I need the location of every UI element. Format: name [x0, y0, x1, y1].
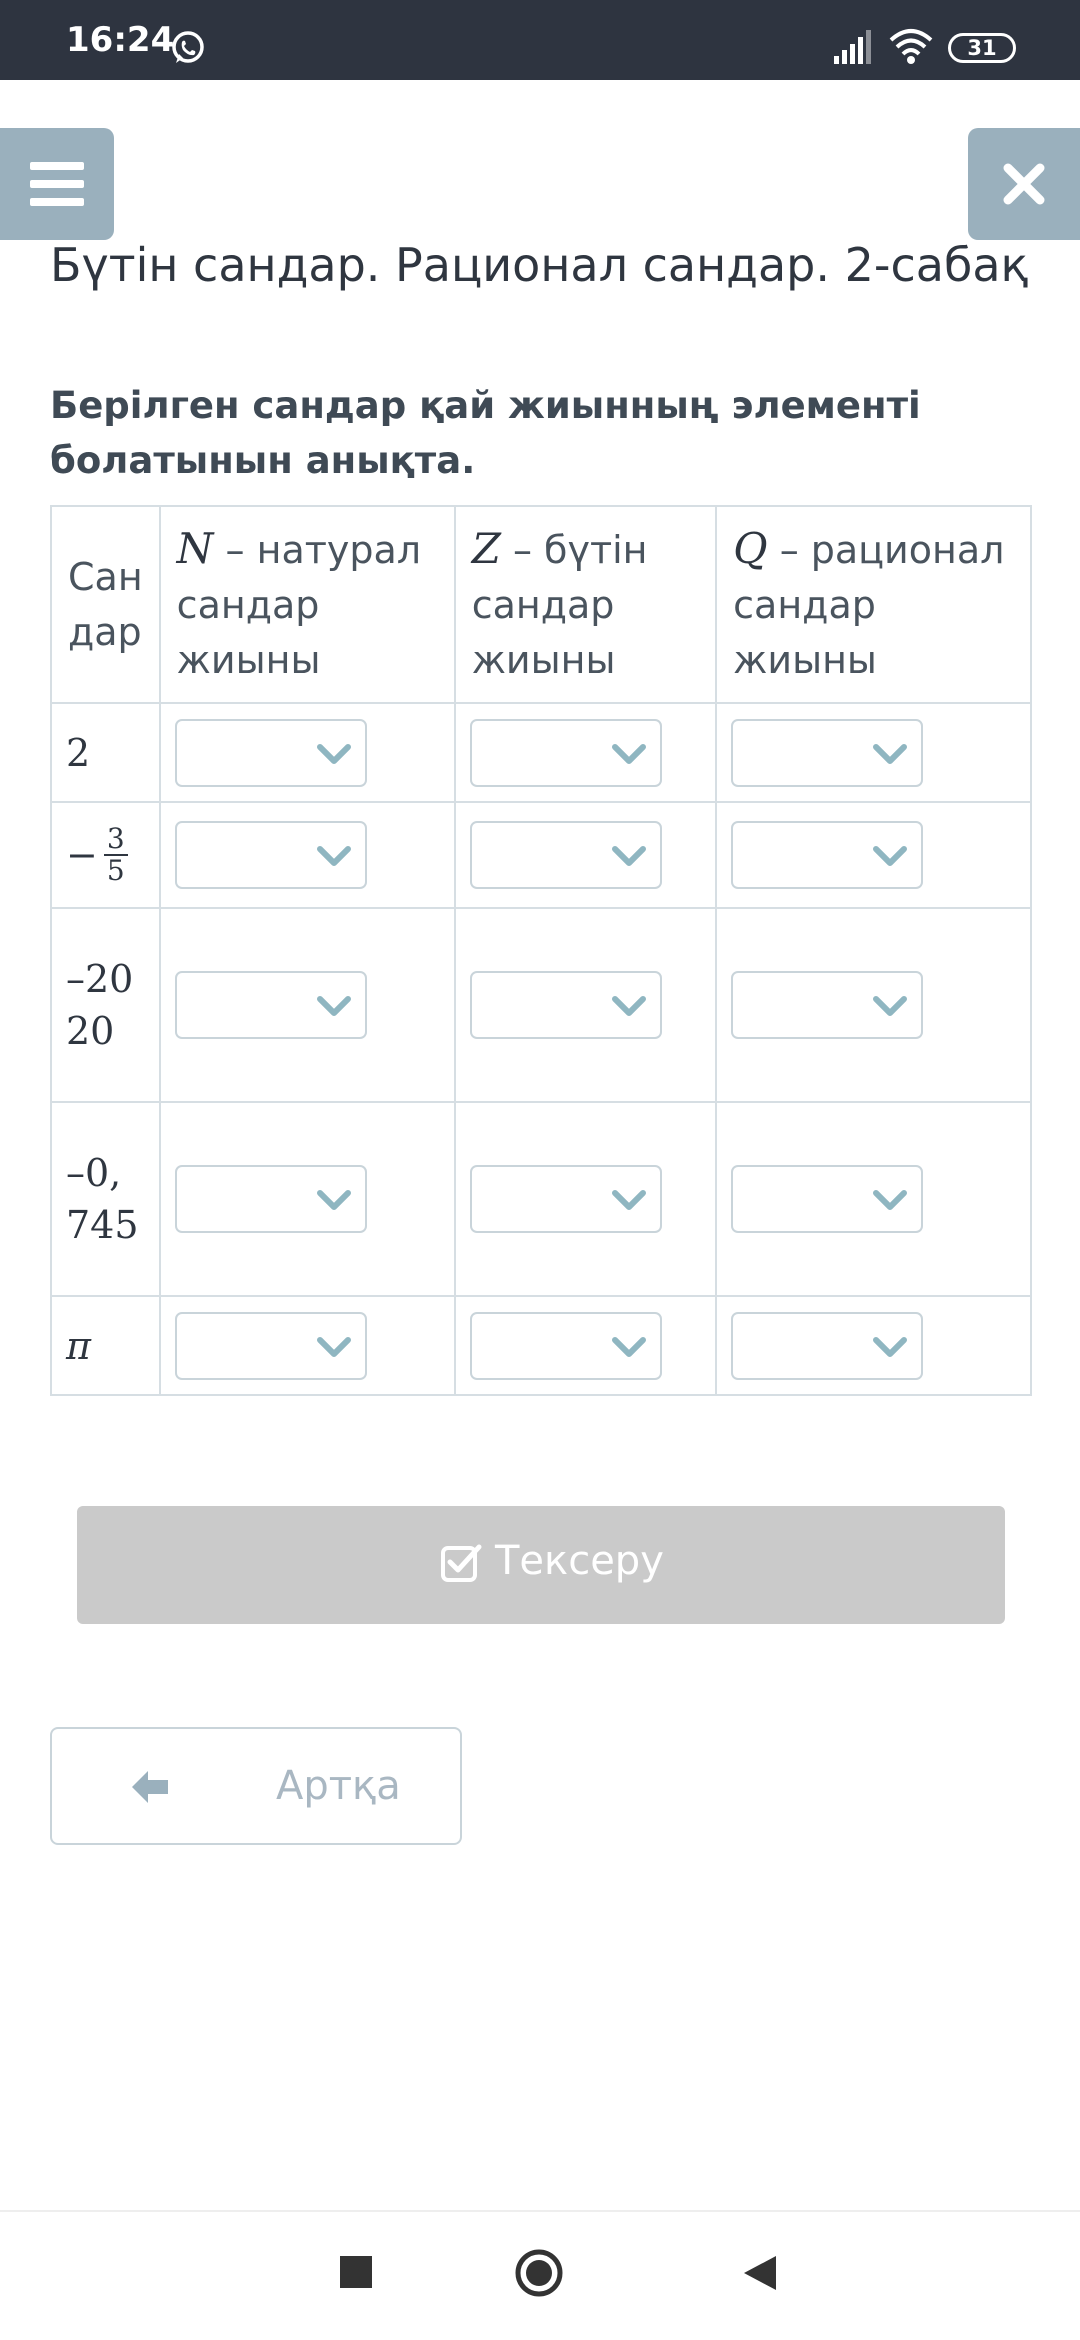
- battery-indicator: 31: [948, 33, 1016, 63]
- chevron-down-icon: [316, 1190, 351, 1210]
- chevron-down-icon: [611, 1190, 646, 1210]
- header-integer: Z – бүтін сандар жиыны: [453, 505, 718, 704]
- dropdown-select[interactable]: [174, 718, 367, 787]
- page-title: Бүтін сандар. Рационал сандар. 2-сабақ: [50, 238, 1029, 292]
- close-icon: [1003, 163, 1045, 205]
- chevron-down-icon: [316, 996, 351, 1016]
- row-number: π: [50, 1295, 161, 1396]
- chevron-down-icon: [873, 1336, 908, 1357]
- header-natural-label: – натурал сандар жиыны: [176, 528, 422, 682]
- fraction-sign: −: [66, 833, 98, 877]
- table-row: –2020: [50, 907, 1032, 1103]
- whatsapp-icon: [172, 31, 204, 63]
- symbol-q: Q: [733, 524, 768, 573]
- menu-button[interactable]: [0, 128, 114, 240]
- dropdown-select[interactable]: [731, 971, 924, 1039]
- check-button-label: Тексеру: [495, 1538, 664, 1584]
- chevron-down-icon: [873, 1190, 908, 1210]
- signal-icon: [834, 30, 871, 64]
- chevron-down-icon: [873, 846, 908, 866]
- row-number: –2020: [50, 907, 161, 1103]
- dropdown-select[interactable]: [469, 1165, 662, 1233]
- symbol-n: N: [176, 524, 214, 573]
- status-bar: 16:24 31: [0, 0, 1080, 80]
- dropdown-select[interactable]: [731, 1311, 924, 1380]
- answer-table: Сан дар N – натурал сандар жиыны Z – бүт…: [50, 505, 1032, 1396]
- dropdown-select[interactable]: [731, 1165, 924, 1233]
- dropdown-select[interactable]: [174, 1311, 367, 1380]
- fraction-numerator: 3: [106, 822, 125, 855]
- dropdown-select[interactable]: [469, 1311, 662, 1380]
- checkbox-icon: [441, 1544, 482, 1582]
- dropdown-select[interactable]: [174, 1165, 367, 1233]
- back-button[interactable]: Артқа: [50, 1727, 462, 1845]
- table-row: 2: [50, 702, 1032, 803]
- nav-divider: [0, 2210, 1080, 2212]
- row-number: –0,745: [50, 1101, 161, 1297]
- header-rational: Q – рационал сандар жиыны: [715, 505, 1032, 704]
- table-row: π: [50, 1295, 1032, 1396]
- dropdown-select[interactable]: [731, 718, 924, 787]
- header-rational-label: – рационал сандар жиыны: [733, 528, 1005, 682]
- question-text: Берілген сандар қай жиынның элементі бол…: [50, 384, 921, 482]
- header-natural: N – натурал сандар жиыны: [158, 505, 456, 704]
- dropdown-select[interactable]: [731, 821, 924, 889]
- home-icon[interactable]: [514, 2248, 564, 2298]
- symbol-z: Z: [471, 524, 501, 573]
- chevron-down-icon: [611, 1336, 646, 1357]
- chevron-down-icon: [316, 1336, 351, 1357]
- menu-icon: [30, 162, 84, 206]
- chevron-down-icon: [611, 846, 646, 866]
- chevron-down-icon: [873, 743, 908, 764]
- chevron-down-icon: [611, 743, 646, 764]
- back-button-label: Артқа: [276, 1763, 401, 1809]
- header-numbers: Сан дар: [50, 505, 161, 704]
- wifi-icon: [889, 29, 933, 64]
- table-row: − 3 5: [50, 801, 1032, 909]
- status-time: 16:24: [66, 20, 175, 60]
- chevron-down-icon: [316, 846, 351, 866]
- chevron-down-icon: [316, 743, 351, 764]
- dropdown-select[interactable]: [469, 821, 662, 889]
- check-button[interactable]: Тексеру: [77, 1506, 1005, 1624]
- nav-back-icon[interactable]: [742, 2254, 778, 2292]
- dropdown-select[interactable]: [174, 971, 367, 1039]
- fraction-denominator: 5: [106, 854, 125, 887]
- dropdown-select[interactable]: [174, 821, 367, 889]
- row-number-fraction: − 3 5: [50, 801, 161, 909]
- arrow-left-icon: [132, 1771, 168, 1803]
- dropdown-select[interactable]: [469, 971, 662, 1039]
- table-row: –0,745: [50, 1101, 1032, 1297]
- row-number: 2: [50, 702, 161, 803]
- table-header-row: Сан дар N – натурал сандар жиыны Z – бүт…: [50, 505, 1032, 704]
- recent-apps-icon[interactable]: [340, 2256, 372, 2288]
- chevron-down-icon: [873, 996, 908, 1016]
- dropdown-select[interactable]: [469, 718, 662, 787]
- chevron-down-icon: [611, 996, 646, 1016]
- close-button[interactable]: [968, 128, 1080, 240]
